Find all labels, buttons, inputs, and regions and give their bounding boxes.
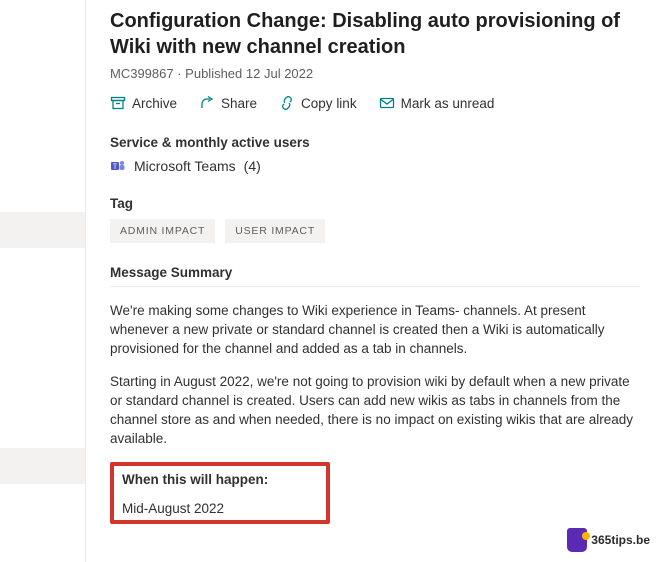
share-label: Share — [221, 96, 257, 111]
service-count: (4) — [244, 158, 261, 174]
divider — [110, 286, 640, 287]
when-value: Mid-August 2022 — [122, 501, 318, 516]
copy-link-button[interactable]: Copy link — [279, 95, 357, 111]
body-paragraph: Starting in August 2022, we're not going… — [110, 372, 640, 448]
archive-icon — [110, 95, 126, 111]
left-rail-item[interactable] — [0, 448, 85, 484]
body-paragraph: We're making some changes to Wiki experi… — [110, 301, 640, 358]
tag-user-impact: USER IMPACT — [225, 219, 325, 243]
mail-icon — [379, 95, 395, 111]
left-rail-item[interactable] — [0, 212, 85, 248]
action-bar: Archive Share Copy link Mark as unread — [110, 95, 640, 111]
mark-unread-button[interactable]: Mark as unread — [379, 95, 495, 111]
share-button[interactable]: Share — [199, 95, 257, 111]
copy-link-label: Copy link — [301, 96, 357, 111]
logo-text: 365tips.be — [591, 533, 650, 547]
archive-button[interactable]: Archive — [110, 95, 177, 111]
published-date: 12 Jul 2022 — [246, 66, 313, 81]
mark-unread-label: Mark as unread — [401, 96, 495, 111]
highlighted-callout: When this will happen: Mid-August 2022 — [110, 462, 330, 524]
service-section-label: Service & monthly active users — [110, 135, 640, 150]
share-icon — [199, 95, 215, 111]
svg-text:T: T — [113, 163, 118, 171]
message-meta: MC399867 · Published 12 Jul 2022 — [110, 66, 640, 81]
message-id: MC399867 — [110, 66, 174, 81]
archive-label: Archive — [132, 96, 177, 111]
logo-badge-icon — [567, 528, 587, 552]
message-body: We're making some changes to Wiki experi… — [110, 301, 640, 524]
link-icon — [279, 95, 295, 111]
service-row: T Microsoft Teams (4) — [110, 158, 640, 174]
summary-label: Message Summary — [110, 265, 640, 280]
tag-section-label: Tag — [110, 196, 640, 211]
message-title: Configuration Change: Disabling auto pro… — [110, 8, 640, 60]
watermark-logo: 365tips.be — [567, 528, 650, 552]
message-pane: Configuration Change: Disabling auto pro… — [86, 0, 662, 562]
when-heading: When this will happen: — [122, 472, 318, 487]
left-rail — [0, 0, 85, 562]
tag-admin-impact: ADMIN IMPACT — [110, 219, 215, 243]
service-name: Microsoft Teams — [134, 158, 236, 174]
tag-row: ADMIN IMPACT USER IMPACT — [110, 219, 640, 243]
teams-icon: T — [110, 158, 126, 174]
